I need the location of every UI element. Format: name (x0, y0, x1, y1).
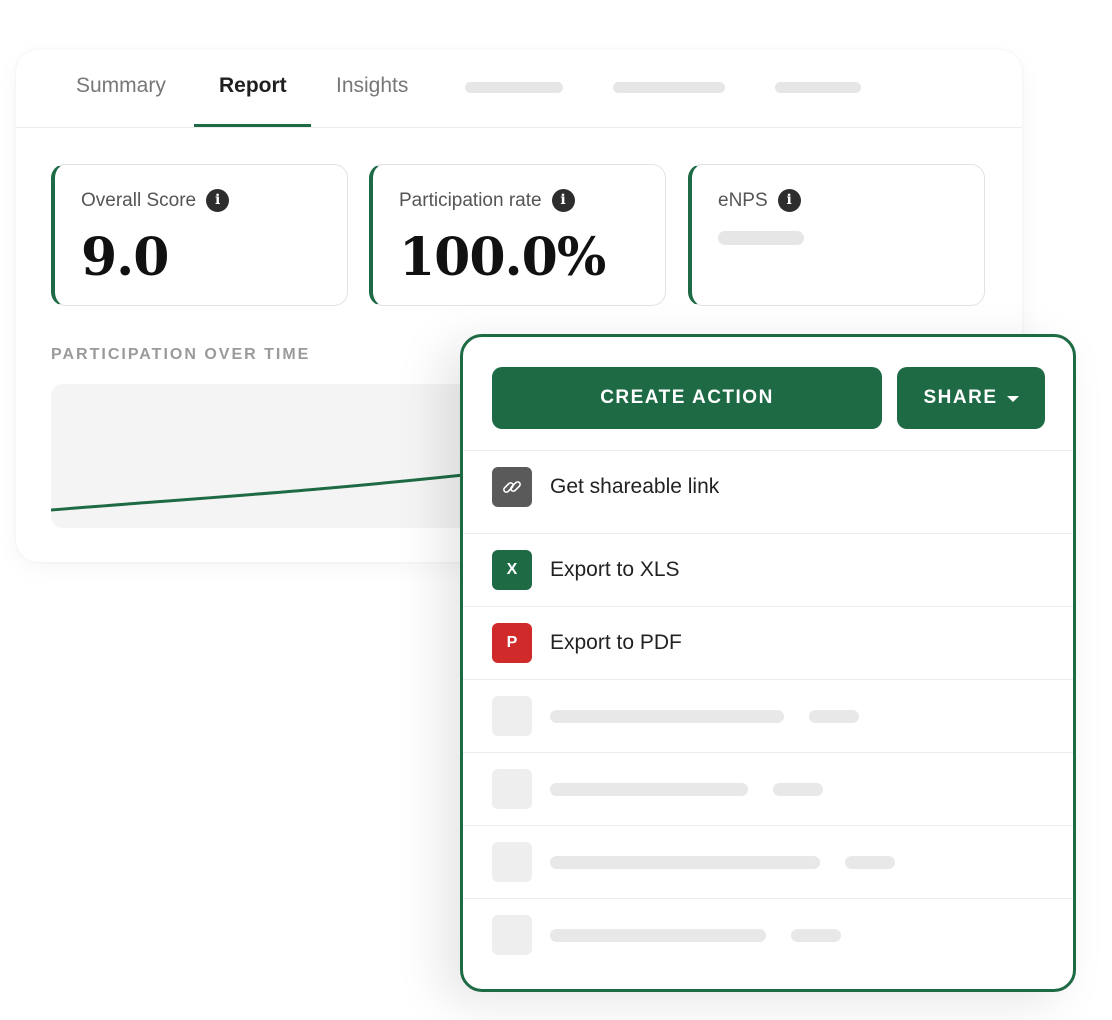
placeholder-bar (791, 928, 841, 942)
placeholder-icon (492, 842, 532, 882)
placeholder-bar (550, 855, 820, 869)
menu-item-placeholder (463, 898, 1073, 971)
tab-bar: Summary Report Insights (16, 50, 1022, 128)
share-panel: CREATE ACTION SHARE Get shareable link X… (460, 334, 1076, 992)
tab-placeholder (613, 82, 725, 93)
menu-item-export-pdf[interactable]: P Export to PDF (463, 606, 1073, 679)
enps-value-placeholder (718, 231, 804, 245)
enps-label: eNPS (718, 189, 768, 211)
tab-insights[interactable]: Insights (336, 74, 408, 98)
create-action-button[interactable]: CREATE ACTION (492, 367, 882, 429)
section-title: PARTICIPATION OVER TIME (51, 346, 311, 363)
caret-down-icon (1006, 396, 1019, 402)
overall-score-label: Overall Score (81, 189, 197, 211)
active-tab-indicator (194, 124, 311, 127)
menu-item-placeholder (463, 752, 1073, 825)
placeholder-icon (492, 915, 532, 955)
placeholder-bar (773, 782, 823, 796)
participation-rate-card: Participation rate i 100.0% (369, 164, 666, 306)
info-icon[interactable]: i (206, 189, 230, 212)
share-button-label: SHARE (923, 387, 998, 408)
menu-item-label: Get shareable link (550, 475, 720, 498)
placeholder-bar (550, 928, 766, 942)
placeholder-icon (492, 769, 532, 809)
participation-rate-label: Participation rate (399, 189, 542, 211)
participation-rate-label-row: Participation rate i (399, 189, 575, 212)
tab-placeholder (775, 82, 861, 93)
xls-icon: X (492, 550, 532, 590)
info-icon[interactable]: i (777, 189, 801, 212)
pdf-icon: P (492, 623, 532, 663)
menu-item-placeholder (463, 825, 1073, 898)
tab-placeholder (465, 82, 563, 93)
overall-score-card: Overall Score i 9.0 (51, 164, 348, 306)
info-icon[interactable]: i (551, 189, 575, 212)
link-icon (492, 467, 532, 507)
placeholder-bar (845, 855, 895, 869)
participation-chart (51, 384, 491, 528)
placeholder-bar (809, 709, 859, 723)
placeholder-bar (550, 782, 748, 796)
placeholder-bar (550, 709, 784, 723)
menu-item-export-xls[interactable]: X Export to XLS (463, 533, 1073, 606)
menu-item-placeholder (463, 679, 1073, 752)
enps-label-row: eNPS i (718, 189, 801, 212)
participation-trend-line (51, 470, 491, 512)
overall-score-value: 9.0 (81, 227, 169, 288)
participation-rate-value: 100.0% (399, 227, 606, 288)
placeholder-icon (492, 696, 532, 736)
tab-report[interactable]: Report (219, 74, 287, 98)
menu-item-label: Export to XLS (550, 558, 680, 581)
menu-item-get-shareable-link[interactable]: Get shareable link (463, 450, 1073, 523)
enps-card: eNPS i (688, 164, 985, 306)
tab-summary[interactable]: Summary (76, 74, 166, 98)
overall-score-label-row: Overall Score i (81, 189, 230, 212)
menu-item-label: Export to PDF (550, 631, 682, 654)
share-dropdown-button[interactable]: SHARE (897, 367, 1045, 429)
